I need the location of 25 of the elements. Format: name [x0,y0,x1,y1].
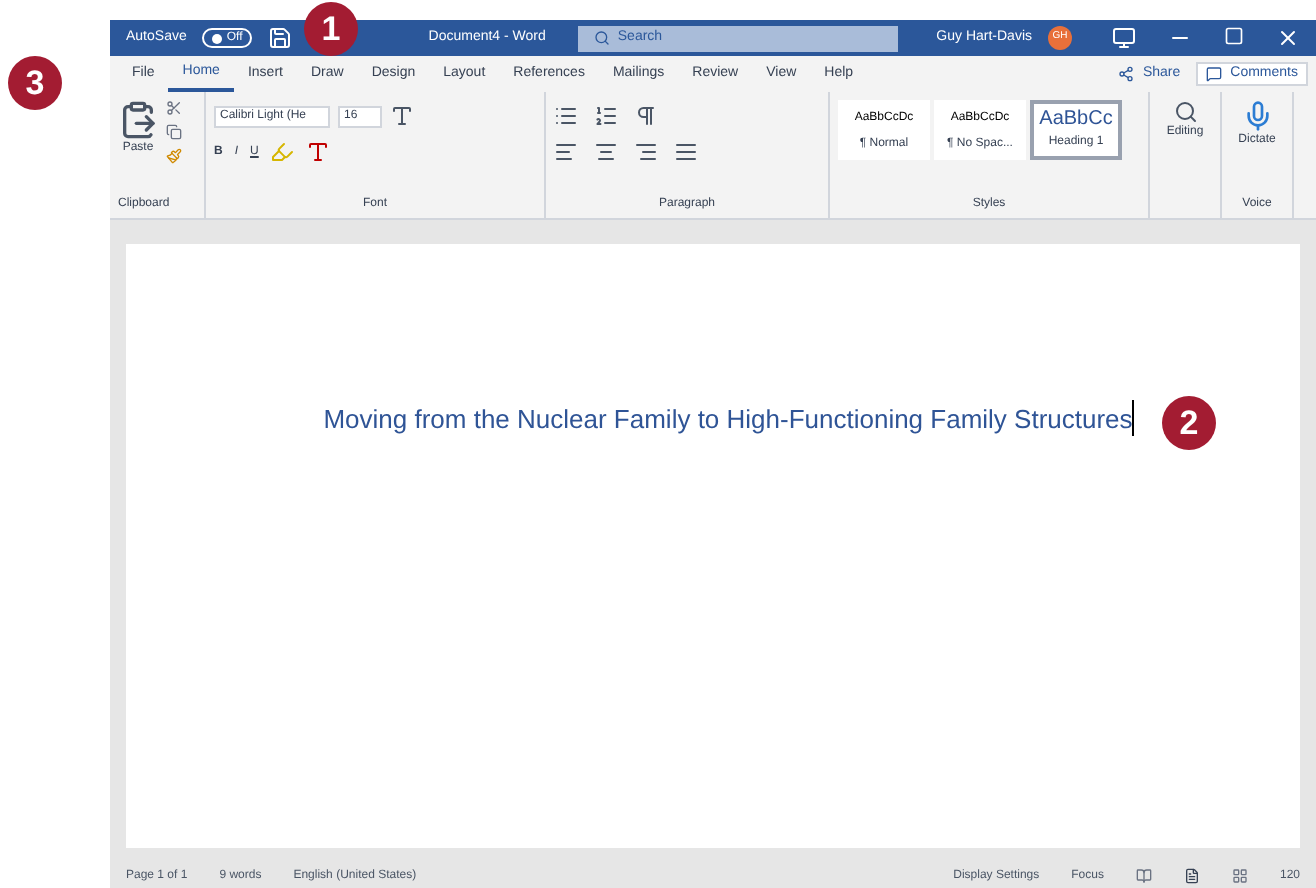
format-painter-icon[interactable] [166,148,182,164]
search-icon [593,30,610,46]
font-color-icon[interactable] [306,140,331,164]
share-icon [1118,66,1135,82]
justify-icon[interactable] [674,140,698,164]
cut-icon[interactable] [166,100,182,116]
align-left-icon[interactable] [554,140,578,164]
save-icon[interactable] [268,26,293,50]
comment-icon [1206,66,1223,82]
pilcrow-icon[interactable] [634,104,658,128]
copy-icon[interactable] [166,124,182,140]
close-icon[interactable] [1276,26,1300,50]
print-layout-icon[interactable] [1183,868,1200,884]
numbering-icon[interactable] [594,104,618,128]
align-center-icon[interactable] [594,140,618,164]
microphone-icon[interactable] [1241,100,1273,132]
find-icon[interactable] [1173,100,1197,124]
paste-icon[interactable] [118,100,158,140]
callout-badge: 3 [8,56,62,110]
read-mode-icon[interactable] [1135,868,1152,884]
maximize-icon[interactable] [1224,26,1244,46]
callout-badge: 1 [304,2,358,56]
align-right-icon[interactable] [634,140,658,164]
web-layout-icon[interactable] [1231,868,1248,884]
document-heading: Moving from the Nuclear Family to High-Functioning Family Structures [291,400,1135,436]
